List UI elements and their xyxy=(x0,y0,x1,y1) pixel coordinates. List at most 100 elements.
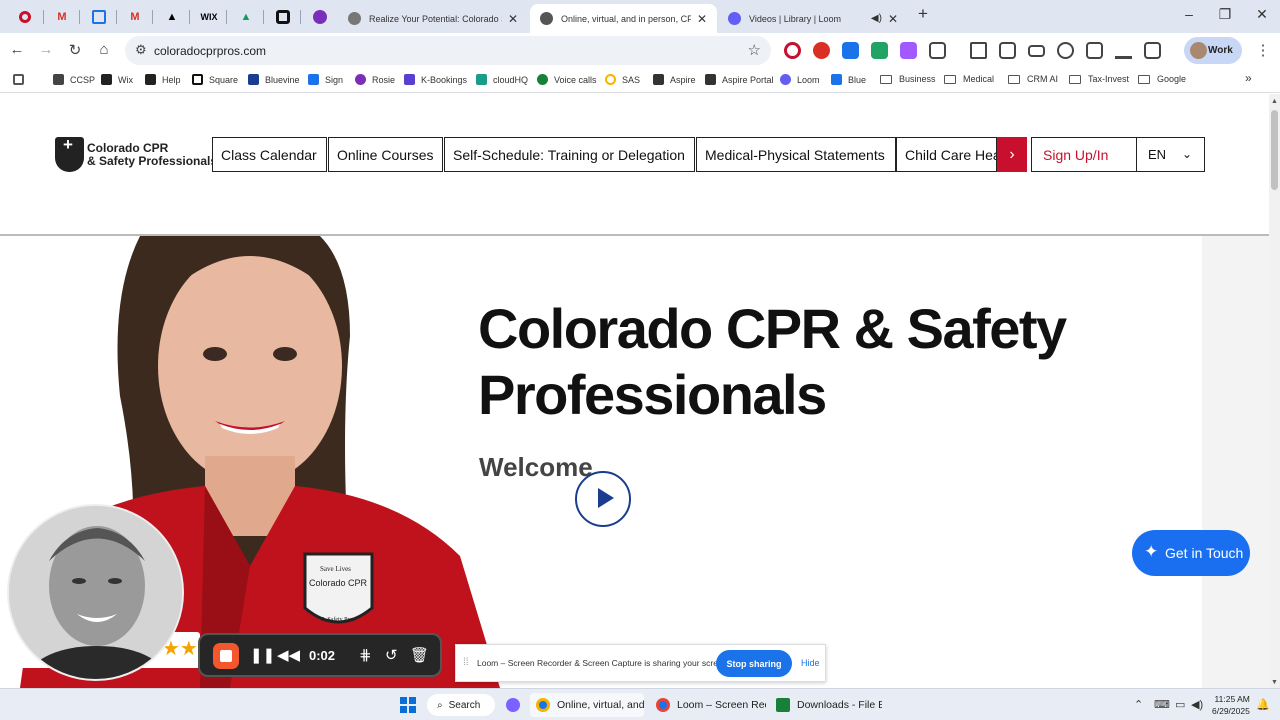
bookmark-medical[interactable]: Medical xyxy=(944,74,994,84)
nav-medical-physical[interactable]: Medical-Physical Statements xyxy=(696,137,896,172)
windows-start-icon[interactable] xyxy=(400,697,416,713)
tray-chevron-up-icon[interactable]: ⌃ xyxy=(1134,698,1143,711)
maximize-button[interactable]: ❐ xyxy=(1210,6,1240,23)
keyboard-icon[interactable]: ⌨ xyxy=(1154,698,1170,711)
cast-icon[interactable] xyxy=(970,42,987,59)
home-button[interactable]: ⌂ xyxy=(94,41,114,58)
bookmark-help[interactable]: Help xyxy=(145,74,181,85)
drag-handle-icon[interactable]: ⁞⁞ xyxy=(463,657,469,668)
bookmark-business[interactable]: Business xyxy=(880,74,936,84)
bookmark-loom[interactable]: Loom xyxy=(780,74,820,85)
taskbar-loom-recorder[interactable]: Loom – Screen Reco xyxy=(650,693,766,717)
bookmark-k-bookings[interactable]: K-Bookings xyxy=(404,74,467,85)
get-in-touch-button[interactable]: ✦ Get in Touch xyxy=(1132,530,1250,576)
grid-icon[interactable]: ⋕ xyxy=(359,646,372,664)
notifications-bell-icon[interactable]: 🔔 xyxy=(1256,698,1270,711)
extensions-puzzle-icon[interactable] xyxy=(929,42,946,59)
bookmark-aspire[interactable]: Aspire xyxy=(653,74,696,85)
bookmark-sas[interactable]: SAS xyxy=(605,74,640,85)
scroll-down-icon[interactable]: ▼ xyxy=(1271,679,1278,686)
close-icon[interactable]: ✕ xyxy=(508,12,518,26)
bookmark-google[interactable]: Google xyxy=(1138,74,1186,84)
bookmarks-overflow-button[interactable]: » xyxy=(1245,71,1252,85)
loom-stop-recording-button[interactable] xyxy=(213,643,239,669)
sign-up-in-button[interactable]: Sign Up/In xyxy=(1031,137,1137,172)
scroll-up-icon[interactable]: ▲ xyxy=(1271,98,1278,105)
extension-opera-icon[interactable] xyxy=(784,42,801,59)
site-logo[interactable]: Colorado CPR & Safety Professionals xyxy=(55,135,217,172)
bookmark-aspire-portal[interactable]: Aspire Portal xyxy=(705,74,774,85)
password-key-icon[interactable] xyxy=(1057,42,1074,59)
close-icon[interactable]: ✕ xyxy=(697,12,707,26)
bookmark-crm-ai[interactable]: CRM AI xyxy=(1008,74,1058,84)
bookmark-bluevine[interactable]: Bluevine xyxy=(248,74,300,85)
extension-adblock-icon[interactable] xyxy=(813,42,830,59)
pinned-tab-wix[interactable]: WIX xyxy=(198,6,220,28)
address-bar[interactable]: ⚙ coloradocprpros.com ☆ xyxy=(125,36,771,65)
bookmark-blue[interactable]: Blue xyxy=(831,74,866,85)
nav-class-calendar[interactable]: Class Calendar xyxy=(212,137,327,172)
bookmark-wix[interactable]: Wix xyxy=(101,74,133,85)
bookmark-ccsp[interactable]: CCSP xyxy=(53,74,95,85)
bookmark-voice-calls[interactable]: Voice calls xyxy=(537,74,597,85)
site-info-icon[interactable]: ⚙ xyxy=(135,42,147,58)
bookmark-square[interactable]: Square xyxy=(192,74,238,85)
restart-icon[interactable]: ↺ xyxy=(385,646,398,664)
download-icon[interactable] xyxy=(1115,42,1132,59)
taskbar-file-explorer[interactable]: Downloads - File Exp xyxy=(770,693,882,717)
pinned-tab-aspire[interactable]: ▲ xyxy=(161,6,183,28)
tab-colorado-shine[interactable]: Realize Your Potential: Colorado Shine ✕ xyxy=(338,4,528,33)
extension-sheets-icon[interactable] xyxy=(871,42,888,59)
profile-button[interactable]: Work xyxy=(1184,37,1242,64)
minimize-button[interactable]: – xyxy=(1174,6,1204,22)
reading-list-icon[interactable] xyxy=(1086,42,1103,59)
bookmark-rosie[interactable]: Rosie xyxy=(355,74,395,85)
new-tab-button[interactable]: + xyxy=(908,4,938,24)
trash-icon[interactable]: 🗑 xyxy=(410,646,429,664)
nav-online-courses[interactable]: Online Courses xyxy=(328,137,443,172)
hide-link[interactable]: Hide xyxy=(801,658,820,668)
nav-more-button[interactable]: › xyxy=(997,137,1027,172)
tab-loom-library[interactable]: Videos | Library | Loom ◀) ✕ xyxy=(718,4,908,33)
scrollbar-thumb[interactable] xyxy=(1271,110,1278,190)
screen-share-icon[interactable] xyxy=(1144,42,1161,59)
nav-child-care-health[interactable]: Child Care Health xyxy=(896,137,997,172)
pause-icon[interactable]: ❚❚ xyxy=(250,646,275,664)
play-video-button[interactable] xyxy=(575,471,631,527)
taskbar-chrome-active[interactable]: Online, virtual, and i xyxy=(530,693,644,717)
rewind-icon[interactable]: ◀◀ xyxy=(277,646,300,664)
menu-kebab-icon[interactable]: ⋮ xyxy=(1253,41,1273,59)
language-selector[interactable]: EN ⌄ xyxy=(1137,137,1205,172)
extension-mail-icon[interactable] xyxy=(842,42,859,59)
forward-button[interactable]: → xyxy=(36,41,56,58)
payment-icon[interactable] xyxy=(1028,45,1045,57)
stop-sharing-button[interactable]: Stop sharing xyxy=(716,650,792,677)
bookmark-sign[interactable]: Sign xyxy=(308,74,343,85)
taskbar-copilot[interactable] xyxy=(500,693,526,717)
taskbar-search[interactable]: ⌕ Search xyxy=(427,694,495,716)
volume-icon[interactable]: ◀) xyxy=(1191,698,1203,711)
close-icon[interactable]: ✕ xyxy=(888,12,898,26)
tab-coloradocprpros[interactable]: Online, virtual, and in person, CPR & F … xyxy=(530,4,717,33)
pinned-tab-calendar[interactable] xyxy=(88,6,110,28)
nav-self-schedule[interactable]: Self-Schedule: Training or Delegation xyxy=(444,137,695,172)
bookmark-star-icon[interactable]: ☆ xyxy=(748,41,761,59)
back-button[interactable]: ← xyxy=(7,41,27,58)
bookmark-cloudhq[interactable]: cloudHQ xyxy=(476,74,528,85)
pinned-tab-opera[interactable] xyxy=(14,6,36,28)
pinned-tab-square[interactable] xyxy=(272,6,294,28)
close-window-button[interactable]: ✕ xyxy=(1247,6,1277,23)
loom-webcam-bubble[interactable] xyxy=(7,504,184,681)
pinned-tab-drive[interactable]: ▲ xyxy=(235,6,257,28)
speaker-icon[interactable]: ◀) xyxy=(871,13,882,24)
pinned-tab-rosie[interactable] xyxy=(309,6,331,28)
pinned-tab-gmail-2[interactable]: M xyxy=(124,6,146,28)
network-icon[interactable]: ▭ xyxy=(1175,698,1185,711)
bookmark-tax-invest[interactable]: Tax-Invest xyxy=(1069,74,1129,84)
pinned-tab-gmail[interactable]: M xyxy=(51,6,73,28)
apps-grid-icon[interactable] xyxy=(13,74,30,85)
page-scrollbar[interactable]: ▲ ▼ xyxy=(1269,94,1280,688)
print-icon[interactable] xyxy=(999,42,1016,59)
taskbar-clock[interactable]: 11:25 AM 6/29/2025 xyxy=(1212,693,1250,717)
extension-ai-icon[interactable] xyxy=(900,42,917,59)
